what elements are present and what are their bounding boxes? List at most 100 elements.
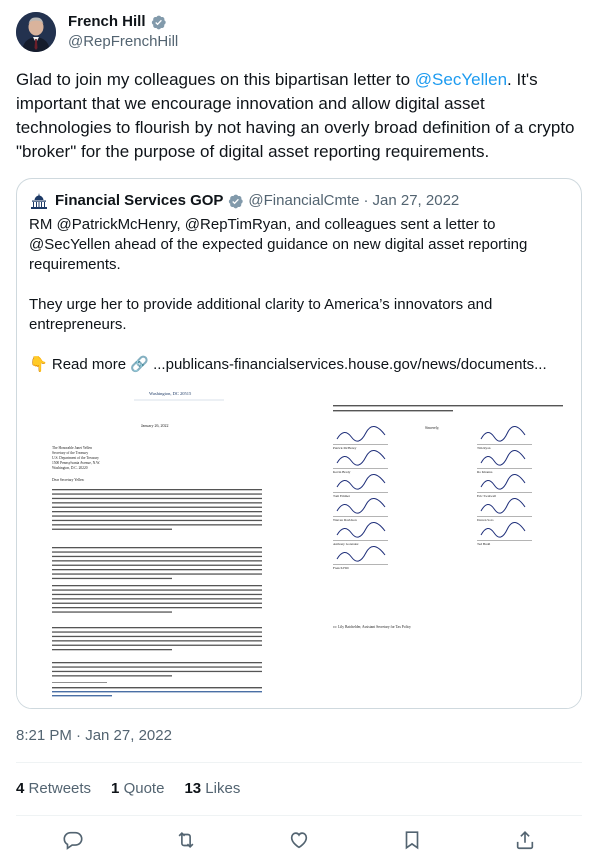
signer-name: Ted Budd [477, 542, 491, 546]
letter-text-line [52, 577, 172, 580]
address-line-1: The Honorable Janet Yellen [52, 446, 92, 450]
share-button[interactable] [508, 823, 542, 857]
link-emoji: 🔗 [130, 356, 149, 373]
letter-text-line [52, 569, 262, 571]
quotes-count: 1 [111, 780, 120, 797]
retweets-label: Retweets [28, 780, 92, 797]
signer-name: Warren Davidson [333, 518, 357, 522]
quoted-paragraph-2: They urge her to provide additional clar… [29, 296, 493, 333]
likes-count: 13 [184, 780, 202, 797]
letter-text-line [52, 519, 262, 522]
tweet-text: Glad to join my colleagues on this bipar… [16, 68, 582, 164]
letter-text-line [52, 675, 172, 677]
letter-text-line [52, 644, 262, 646]
author-avatar[interactable] [16, 12, 56, 52]
engagement-stats: 4 Retweets 1 Quote 13 Likes [16, 779, 240, 799]
retweet-button[interactable] [169, 823, 203, 857]
quotes-label: Quote [123, 780, 165, 797]
letter-text-line [52, 515, 262, 517]
signer-name: Tom Emmer [333, 494, 351, 498]
quoted-separator: · [363, 192, 369, 209]
quoted-tweet-header: Financial Services GOP @FinancialCmte · … [29, 191, 459, 211]
letter-text-line [52, 573, 262, 575]
address-line-2: Secretary of the Treasury [52, 451, 88, 455]
letter-text-line [52, 511, 262, 513]
pointing-down-emoji: 👇 [29, 356, 48, 373]
letter-text-line [52, 607, 262, 609]
tweet-header: French Hill @RepFrenchHill [16, 12, 178, 52]
letter-text-line [52, 649, 172, 651]
quoted-url-link[interactable]: ...publicans-financialservices.house.gov… [153, 355, 547, 375]
letter-text-line [52, 611, 172, 613]
letter-text-line [52, 524, 262, 526]
reply-button[interactable] [56, 823, 90, 857]
letter-text-line [52, 489, 262, 491]
divider [16, 762, 582, 763]
letter-text-line [52, 640, 262, 642]
signer-name: Anthony Gonzalez [333, 542, 359, 546]
address-line-3: U.S. Department of the Treasury [52, 456, 99, 460]
letter-text-line [52, 585, 262, 587]
letter-text-line [52, 627, 262, 629]
letter-text-line [52, 551, 262, 553]
quoted-display-name[interactable]: Financial Services GOP [55, 191, 223, 211]
read-more-line: 👇 Read more 🔗 ...publicans-financialserv… [29, 355, 571, 375]
retweets-stat[interactable]: 4 Retweets [16, 779, 91, 799]
letter-text-line [52, 560, 262, 562]
quoted-handle[interactable]: @FinancialCmte [248, 191, 359, 211]
letter-text-line [52, 666, 262, 668]
letter-salutation: Dear Secretary Yellen: [52, 478, 84, 482]
tweet-mention-link[interactable]: @SecYellen [415, 70, 507, 89]
share-icon [517, 831, 534, 850]
letter-text-line [52, 528, 172, 530]
quotes-stat[interactable]: 1 Quote [111, 779, 164, 799]
letter-text-line [52, 589, 262, 591]
verified-badge-icon[interactable] [150, 14, 167, 31]
signer-name: Kevin Brady [333, 470, 351, 474]
letter-text-line [52, 547, 262, 549]
author-display-name[interactable]: French Hill [68, 12, 146, 32]
signer-name: Darren Soto [477, 518, 494, 522]
signer-name: Patrick McHenry [333, 446, 357, 450]
retweets-count: 4 [16, 780, 25, 797]
verified-badge-icon[interactable] [227, 193, 244, 210]
heart-icon [290, 832, 308, 849]
signer-name: Eric Swalwell [477, 494, 496, 498]
author-handle[interactable]: @RepFrenchHill [68, 32, 178, 52]
like-button[interactable] [282, 823, 316, 857]
author-names: French Hill @RepFrenchHill [68, 12, 178, 52]
capitol-logo-icon [29, 191, 49, 211]
letter-text-line [52, 598, 262, 600]
letter-text-line [52, 635, 262, 638]
letter-text-line [52, 506, 262, 508]
quoted-paragraph-1: RM @PatrickMcHenry, @RepTimRyan, and col… [29, 216, 528, 273]
letter-text-line [52, 602, 262, 604]
bookmark-icon [405, 831, 419, 850]
letter-image[interactable]: Washington, DC 20515 January 26, 2022 Th… [17, 387, 581, 708]
likes-label: Likes [205, 780, 241, 797]
quoted-tweet-text: RM @PatrickMcHenry, @RepTimRyan, and col… [29, 215, 571, 375]
letter-text-line [52, 670, 262, 673]
likes-stat[interactable]: 13 Likes [184, 779, 240, 799]
retweet-icon [178, 831, 194, 849]
letter-text-line [52, 493, 262, 495]
bookmark-button[interactable] [395, 823, 429, 857]
display-name-row: French Hill [68, 12, 178, 32]
letter-text-line [52, 593, 262, 596]
signer-name: Tim Ryan [477, 446, 491, 450]
quoted-tweet-card[interactable]: Financial Services GOP @FinancialCmte · … [16, 178, 582, 709]
action-bar [16, 823, 582, 857]
reply-icon [63, 831, 83, 850]
letter-text-line [52, 631, 262, 633]
read-more-label: Read more [51, 356, 127, 373]
signer-name: French Hill [333, 566, 349, 570]
signer-name: Ro Khanna [477, 470, 493, 474]
tweet-timestamp[interactable]: 8:21 PM · Jan 27, 2022 [16, 726, 172, 746]
quoted-date[interactable]: Jan 27, 2022 [373, 191, 460, 211]
letter-text-line [52, 555, 262, 558]
divider [16, 815, 582, 816]
letter-text-line [52, 662, 262, 664]
letter-text-line [52, 564, 262, 566]
letter-text-line [52, 497, 262, 500]
tweet-text-before: Glad to join my colleagues on this bipar… [16, 70, 415, 89]
